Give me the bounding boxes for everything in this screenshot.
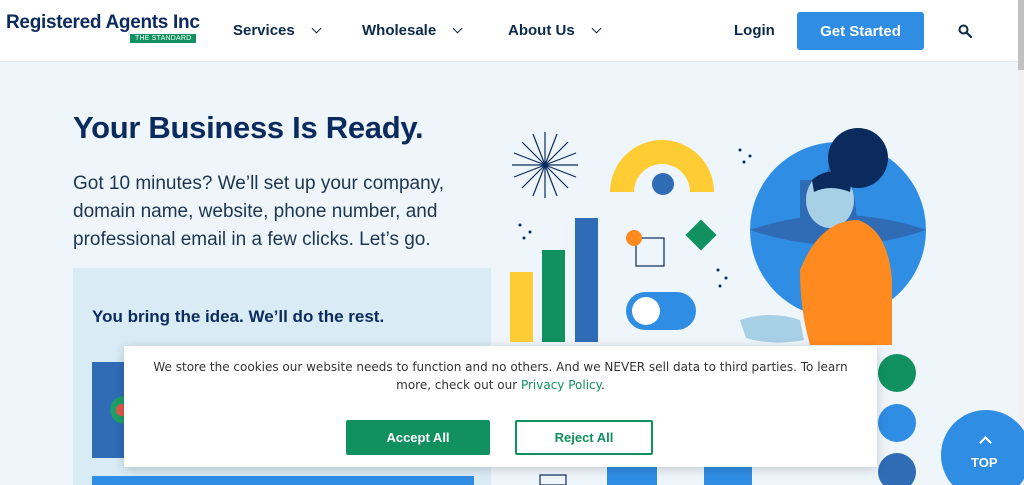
nav-about-us[interactable]: About Us (508, 22, 602, 39)
privacy-policy-link[interactable]: Privacy Policy (521, 378, 601, 392)
scrollbar[interactable] (1018, 0, 1024, 485)
nav-services[interactable]: Services (233, 22, 322, 39)
bar-blue (575, 218, 598, 342)
circle-navy (878, 453, 916, 485)
chevron-down-icon (591, 23, 602, 34)
cookie-message: We store the cookies our website needs t… (144, 358, 857, 394)
hero-title: Your Business Is Ready. (73, 110, 424, 145)
dot-shape (652, 173, 674, 195)
nav-services-label: Services (233, 22, 295, 39)
login-link[interactable]: Login (734, 22, 775, 39)
nav-about-us-label: About Us (508, 22, 575, 39)
search-icon[interactable] (958, 24, 972, 38)
logo-badge: THE STANDARD (130, 34, 197, 43)
diamond-shape (685, 219, 717, 251)
site-header: Registered Agents Inc THE STANDARD Servi… (0, 0, 1024, 62)
bar-green (542, 250, 565, 342)
chevron-down-icon (311, 23, 322, 34)
back-to-top-label: TOP (971, 455, 998, 470)
chevron-down-icon (452, 23, 463, 34)
logo[interactable]: Registered Agents Inc THE STANDARD (6, 12, 200, 43)
accept-all-button[interactable]: Accept All (346, 420, 490, 455)
logo-text: Registered Agents Inc (6, 12, 200, 33)
bar-yellow (510, 272, 533, 342)
orange-dot (626, 230, 642, 246)
promo-title: You bring the idea. We’ll do the rest. (92, 307, 385, 326)
cookie-text-end: . (601, 378, 605, 392)
promo-image (92, 362, 138, 458)
reject-all-button[interactable]: Reject All (515, 420, 653, 455)
nav-wholesale[interactable]: Wholesale (362, 22, 463, 39)
scrollbar-thumb[interactable] (1018, 0, 1024, 70)
circle-blue (878, 404, 916, 442)
cookie-banner: We store the cookies our website needs t… (124, 346, 877, 467)
cookie-text: We store the cookies our website needs t… (153, 360, 848, 392)
back-to-top-button[interactable] (941, 410, 1024, 485)
promo-button-strip[interactable] (92, 476, 474, 485)
circle-green (878, 354, 916, 392)
nav-wholesale-label: Wholesale (362, 22, 437, 39)
get-started-button[interactable]: Get Started (797, 12, 924, 50)
starburst-icon (512, 132, 578, 198)
hero-description: Got 10 minutes? We’ll set up your compan… (73, 173, 445, 250)
